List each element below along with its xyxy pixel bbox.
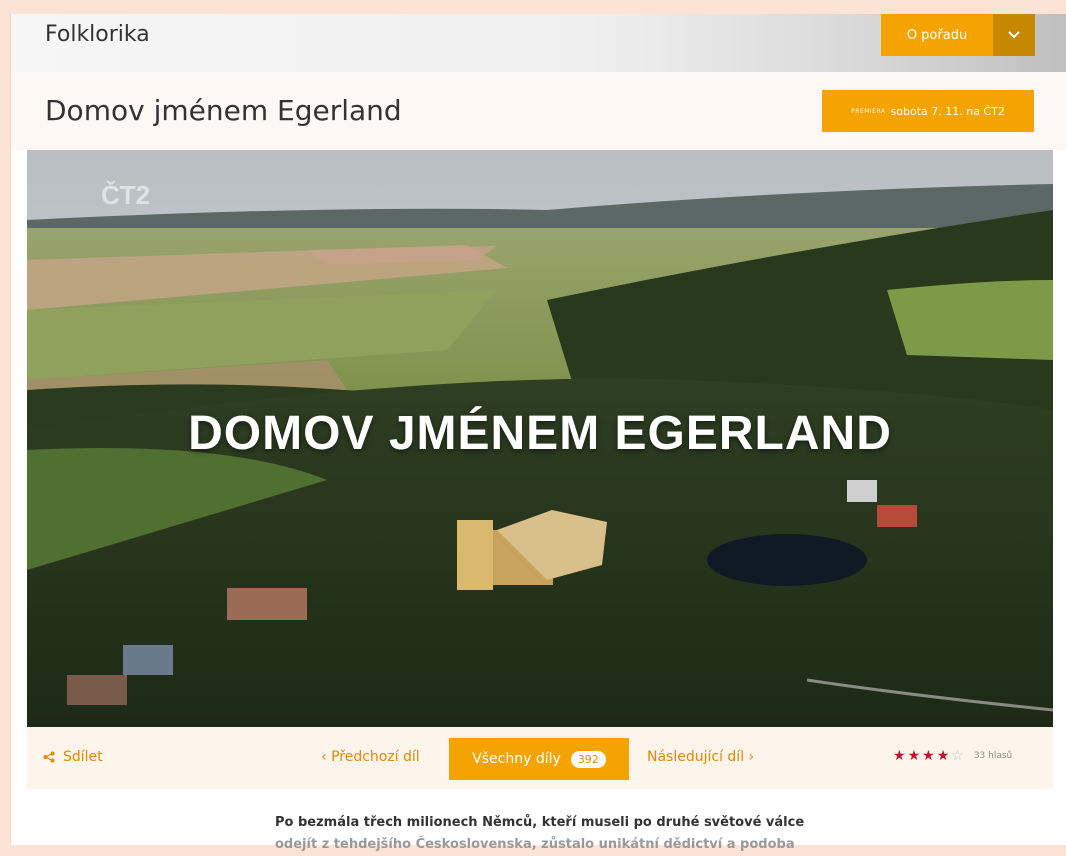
rating-widget[interactable]: ★ ★ ★ ★ ☆ 33 hlasů (893, 749, 1012, 763)
chevron-left-icon: ‹ (321, 749, 332, 765)
premiere-badge[interactable]: PREMIÉRA sobota 7. 11. na ČT2 (822, 90, 1034, 132)
previous-episode-link[interactable]: ‹ Předchozí díl (321, 749, 420, 765)
all-episodes-label: Všechny díly (472, 751, 561, 767)
premiere-prefix: PREMIÉRA (851, 107, 886, 115)
channel-logo: ČT2 (101, 180, 151, 210)
star-icon[interactable]: ★ (937, 749, 950, 763)
next-episode-link[interactable]: Následující díl › (647, 749, 754, 765)
episode-title: Domov jménem Egerland (45, 94, 402, 127)
share-button[interactable]: Sdílet (43, 749, 103, 765)
all-episodes-button[interactable]: Všechny díly 392 (449, 738, 629, 780)
star-icon[interactable]: ★ (893, 749, 906, 763)
previous-label: Předchozí díl (331, 749, 420, 765)
description-line: Po bezmála třech milionech Němců, kteří … (275, 815, 805, 830)
votes-count: 33 hlasů (973, 751, 1013, 761)
share-label: Sdílet (63, 749, 103, 765)
chevron-down-icon (1008, 31, 1020, 39)
star-icon[interactable]: ★ (908, 749, 921, 763)
episode-description: Po bezmála třech milionech Němců, kteří … (275, 812, 835, 856)
about-show-button[interactable]: O pořadu (881, 14, 993, 56)
page: Folklorika O pořadu Domov jménem Egerlan… (10, 14, 1066, 852)
star-icon[interactable]: ☆ (951, 749, 964, 763)
share-icon (43, 751, 55, 763)
chevron-right-icon: › (744, 749, 755, 765)
premiere-date: sobota 7. 11. na ČT2 (890, 104, 1005, 118)
video-overlay-title: DOMOV JMÉNEM EGERLAND (188, 407, 892, 460)
star-icon[interactable]: ★ (922, 749, 935, 763)
video-player[interactable]: ČT2 DOMOV JMÉNEM EGERLAND (27, 150, 1053, 727)
episode-count-badge: 392 (570, 750, 606, 768)
episode-header: Domov jménem Egerland PREMIÉRA sobota 7.… (11, 72, 1066, 150)
brand-title[interactable]: Folklorika (45, 22, 150, 47)
description-line: odejít z tehdejšího Československa, zůst… (275, 837, 795, 852)
episode-navigation: Sdílet ‹ Předchozí díl Všechny díly 392 … (27, 727, 1053, 789)
next-label: Následující díl (647, 749, 745, 765)
top-bar: Folklorika O pořadu (11, 14, 1066, 72)
about-dropdown-toggle[interactable] (993, 14, 1035, 56)
